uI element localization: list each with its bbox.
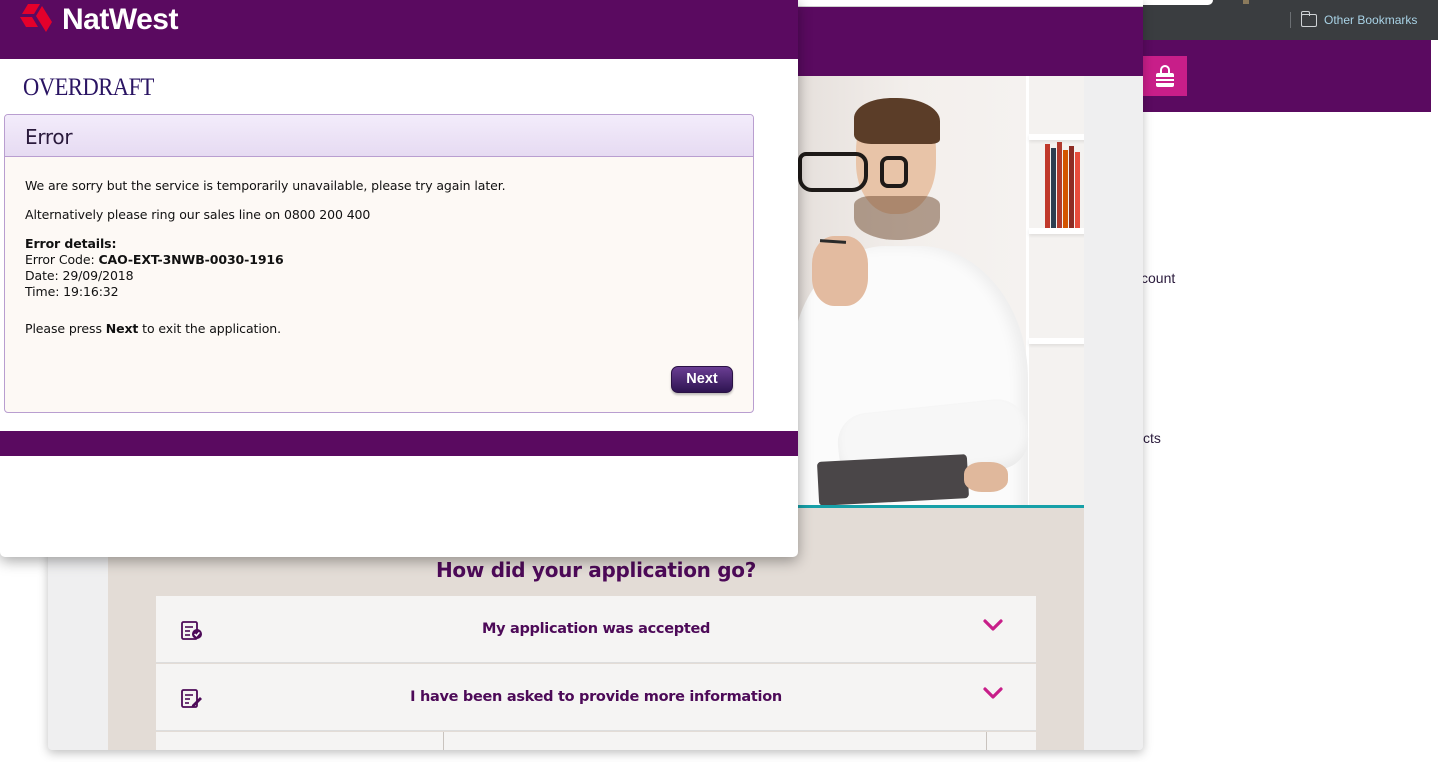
error-message: We are sorry but the service is temporar… xyxy=(25,178,506,193)
hero-image xyxy=(798,76,1084,508)
error-date: Date: 29/09/2018 xyxy=(25,268,134,283)
accordion-application-accepted[interactable]: My application was accepted xyxy=(156,596,1036,663)
book xyxy=(1045,144,1050,228)
site-header xyxy=(798,7,1143,76)
exit-suffix: to exit the application. xyxy=(138,321,281,336)
chevron-down-icon xyxy=(983,619,1003,631)
other-bookmarks-link[interactable]: Other Bookmarks xyxy=(1324,13,1417,27)
brand-logo-text: NatWest xyxy=(62,3,178,36)
page-gutter xyxy=(1084,76,1143,750)
overdraft-popup-window: NatWest OVERDRAFT Error We are sorry but… xyxy=(0,0,798,557)
book xyxy=(1075,152,1080,228)
book xyxy=(1051,148,1056,228)
error-details-label: Error details: xyxy=(25,236,117,251)
person-hair xyxy=(854,98,940,144)
lock-icon-body xyxy=(1156,73,1174,87)
shelf-plank xyxy=(1029,228,1084,234)
address-bar[interactable] xyxy=(798,0,1143,7)
book xyxy=(1069,146,1074,228)
sales-line-text: Alternatively please ring our sales line… xyxy=(25,207,371,222)
person-hand xyxy=(812,236,868,306)
person-glasses xyxy=(798,152,868,192)
footer-bar xyxy=(0,431,798,456)
bookshelf xyxy=(1026,76,1084,508)
person-beard xyxy=(854,196,940,240)
error-title: Error xyxy=(25,125,73,149)
tablet xyxy=(816,454,970,506)
next-button[interactable]: Next xyxy=(671,366,733,393)
background-browser-toolbar: Other Bookmarks xyxy=(1143,0,1438,40)
exit-instruction: Please press Next to exit the applicatio… xyxy=(25,321,281,337)
error-time: Time: 19:16:32 xyxy=(25,284,119,299)
folder-icon xyxy=(1300,11,1317,27)
accordion-label: I have been asked to provide more inform… xyxy=(410,689,782,705)
shelf-plank xyxy=(1029,338,1084,344)
person-glasses xyxy=(880,156,908,188)
brand-bar: NatWest xyxy=(0,0,798,59)
accordion-more-information[interactable]: I have been asked to provide more inform… xyxy=(156,664,1036,731)
book xyxy=(1057,142,1062,228)
book xyxy=(1063,150,1068,228)
page-title: OVERDRAFT xyxy=(23,74,154,101)
error-code-line: Error Code: CAO-EXT-3NWB-0030-1916 xyxy=(25,252,284,268)
divider xyxy=(443,732,444,750)
background-menu-item[interactable]: cts xyxy=(1143,430,1161,446)
background-site-header xyxy=(1143,40,1431,112)
person-hand xyxy=(964,462,1008,492)
error-code-label: Error Code: xyxy=(25,252,99,267)
extension-icon xyxy=(1243,0,1249,4)
toolbar-divider xyxy=(1290,12,1291,28)
accordion-label: My application was accepted xyxy=(481,621,711,637)
divider xyxy=(986,732,987,750)
secure-login-button[interactable] xyxy=(1143,56,1187,96)
section-heading: How did your application go? xyxy=(435,558,757,582)
error-code-value: CAO-EXT-3NWB-0030-1916 xyxy=(98,252,284,267)
exit-keyword: Next xyxy=(105,321,139,336)
shelf-plank xyxy=(1029,134,1084,140)
error-panel: Error We are sorry but the service is te… xyxy=(4,114,754,413)
error-header: Error xyxy=(5,115,753,157)
background-address-bar xyxy=(1143,0,1213,5)
background-menu-item[interactable]: count xyxy=(1141,270,1175,286)
accordion-next-item[interactable] xyxy=(156,732,1036,750)
exit-prefix: Please press xyxy=(25,321,106,336)
natwest-logo-icon xyxy=(20,4,52,32)
chevron-down-icon xyxy=(983,687,1003,699)
